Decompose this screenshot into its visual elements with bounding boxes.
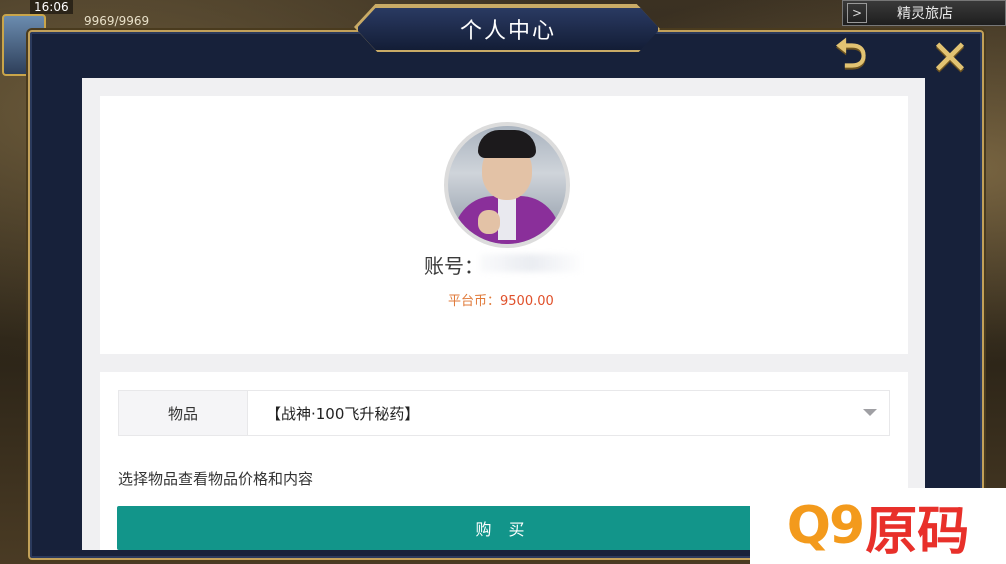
profile-card: 账号： 平台币：9500.00	[100, 96, 908, 354]
watermark-brand-text: 原码	[865, 501, 970, 562]
user-avatar	[444, 122, 570, 248]
platform-coin-balance: 平台币：9500.00	[448, 290, 554, 309]
clock: 16:06	[30, 0, 73, 14]
chevron-down-icon	[863, 409, 877, 416]
item-hint: 选择物品查看物品价格和内容	[118, 470, 314, 488]
item-select[interactable]: 【战神·100飞升秘药】	[248, 391, 889, 435]
shop-button[interactable]: > 精灵旅店	[842, 0, 1006, 26]
account-value-redacted	[480, 254, 580, 272]
back-arrow-icon[interactable]: ⮌	[822, 31, 880, 78]
coin-label: 平台币：	[448, 294, 501, 309]
close-icon[interactable]: ✕	[928, 30, 972, 86]
item-label: 物品	[119, 391, 248, 435]
hp-readout: 9969/9969	[84, 14, 150, 28]
account-label: 账号：	[424, 254, 484, 278]
watermark-brand-q9: Q9	[786, 496, 865, 556]
expand-arrow-icon: >	[847, 3, 867, 23]
watermark-logo: Q9 原码	[750, 488, 1006, 564]
modal-title: 个人中心	[356, 6, 660, 52]
coin-value: 9500.00	[500, 294, 554, 309]
modal-content: 账号： 平台币：9500.00 物品 【战神·100飞升秘药】 选择物品查看物品…	[82, 78, 925, 550]
item-selector-row: 物品 【战神·100飞升秘药】	[118, 390, 890, 436]
shop-label: 精灵旅店	[897, 6, 953, 22]
selected-item: 【战神·100飞升秘药】	[266, 404, 420, 423]
